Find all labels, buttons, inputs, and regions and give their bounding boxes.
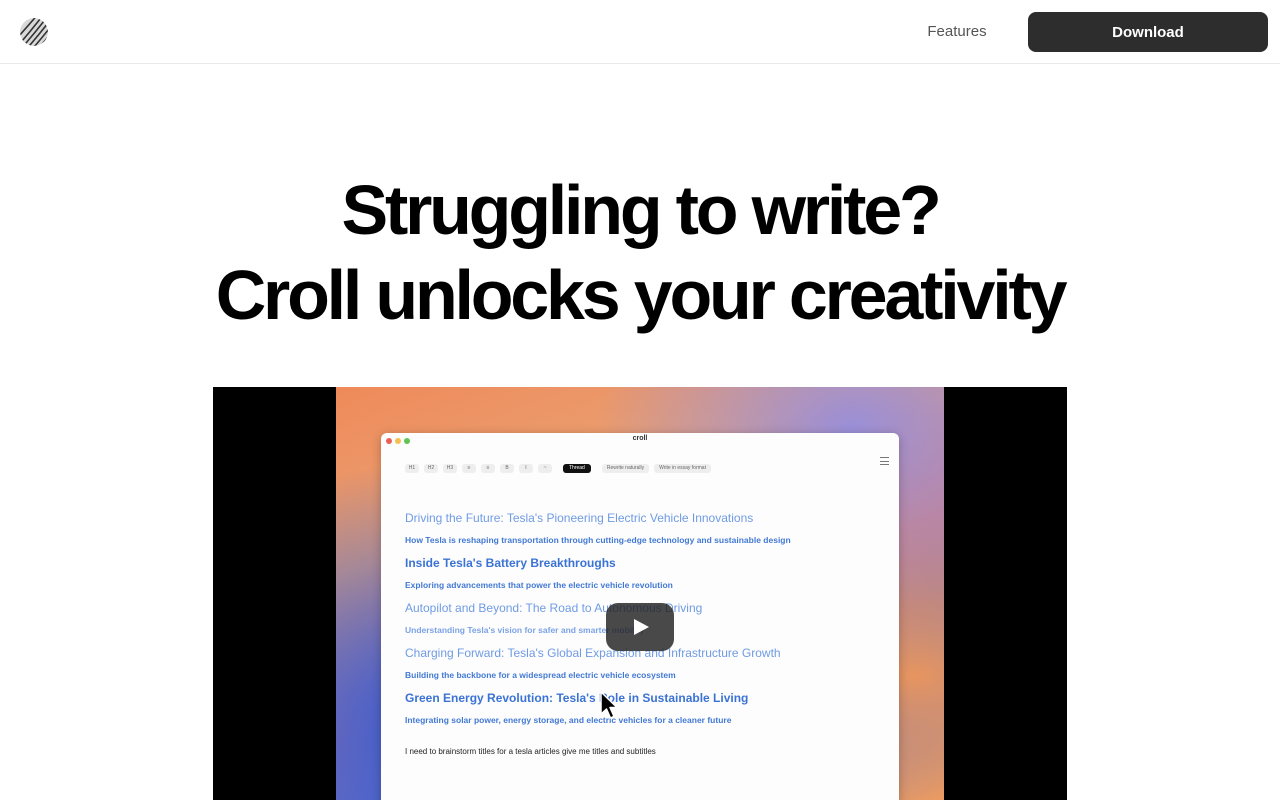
download-button[interactable]: Download: [1028, 12, 1268, 52]
hamburger-menu-icon: [880, 457, 889, 465]
hero-title-line-2: Croll unlocks your creativity: [215, 256, 1068, 334]
top-navigation-bar: Features Download: [0, 0, 1280, 64]
editor-toolbar: H1 H2 H3 ≡ ≡ B I ~ Thread Rewrite natura…: [405, 463, 711, 473]
doc-heading: Driving the Future: Tesla's Pioneering E…: [405, 511, 754, 525]
nav-link-features[interactable]: Features: [912, 20, 1002, 44]
doc-heading: Green Energy Revolution: Tesla's Role in…: [405, 691, 749, 705]
mouse-pointer-icon: [600, 691, 618, 719]
play-icon: [634, 619, 649, 635]
toolbar-bullet-list: ≡: [462, 463, 476, 473]
toolbar-rewrite-naturally: Rewrite naturally: [601, 463, 650, 473]
prompt-text: I need to brainstorm titles for a tesla …: [405, 747, 656, 756]
toolbar-h2: H2: [424, 463, 438, 473]
toolbar-italic: I: [519, 463, 533, 473]
toolbar-h3: H3: [443, 463, 457, 473]
toolbar-numbered-list: ≡: [481, 463, 495, 473]
doc-subtitle: How Tesla is reshaping transportation th…: [405, 535, 791, 545]
app-window-title: croll: [632, 435, 648, 442]
toolbar-strike: ~: [538, 463, 552, 473]
play-button[interactable]: [606, 603, 674, 651]
doc-subtitle: Integrating solar power, energy storage,…: [405, 715, 732, 725]
doc-subtitle: Exploring advancements that power the el…: [405, 580, 673, 590]
toolbar-essay-format: Write in essay format: [654, 463, 711, 473]
doc-subtitle: Building the backbone for a widespread e…: [405, 670, 676, 680]
toolbar-h1: H1: [405, 463, 419, 473]
toolbar-thread: Thread: [563, 463, 591, 473]
hero-title-line-1: Struggling to write?: [341, 171, 941, 249]
toolbar-bold: B: [500, 463, 514, 473]
demo-video-player[interactable]: croll H1 H2 H3 ≡ ≡ B I ~ Thread Rewrite …: [213, 387, 1067, 800]
doc-heading: Inside Tesla's Battery Breakthroughs: [405, 556, 616, 570]
croll-logo-icon[interactable]: [20, 18, 48, 46]
